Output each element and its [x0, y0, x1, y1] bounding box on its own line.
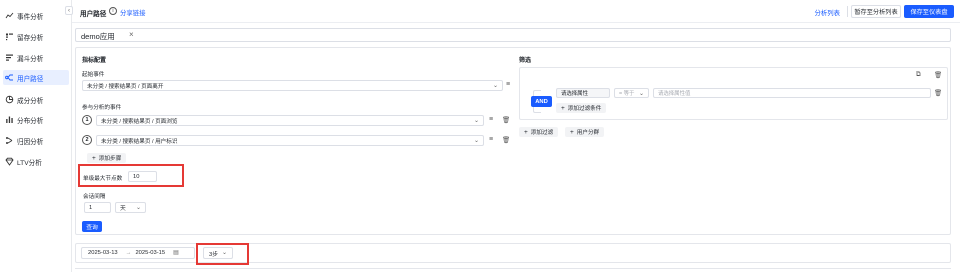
share-link[interactable]: 分享链接 — [120, 8, 146, 17]
save-to-dashboard-button[interactable]: 保存至仪表盘 — [904, 5, 954, 18]
sidebar-item-user-path[interactable]: 用户路径 — [3, 70, 69, 85]
app-name: demo应用 — [81, 32, 115, 41]
highlight-box — [196, 243, 249, 265]
page-title: 用户路径 — [80, 11, 107, 18]
event-index-badge: 2 — [82, 135, 92, 145]
trash-icon[interactable]: 🗑 — [934, 89, 942, 97]
indicator-section-title: 指标配置 — [82, 58, 107, 64]
sidebar-item-ltv-analysis[interactable]: LTV分析 — [3, 154, 69, 169]
chevron-down-icon: ⌄ — [492, 83, 498, 89]
filter-card: ⧉ 🗑 AND 请选择属性 = 等于 ⌄ 请选择属性值 🗑 + 添加过滤条件 — [519, 67, 948, 120]
add-condition-label: 添加过滤条件 — [567, 106, 602, 112]
trash-icon[interactable]: 🗑 — [502, 136, 510, 144]
filter-icon[interactable]: ≡ — [489, 116, 493, 123]
filter-icon[interactable]: ≡ — [506, 81, 510, 88]
event-index-badge: 1 — [82, 115, 92, 125]
help-icon[interactable]: i — [109, 7, 117, 15]
attribution-icon — [5, 136, 14, 145]
event-select-2[interactable]: 未分类 / 搜索结果页 / 用户标识 ⌄ — [96, 135, 484, 146]
chevron-down-icon: ⌄ — [473, 138, 479, 144]
calendar-icon: ▤ — [173, 250, 179, 256]
session-interval-value: 1 — [89, 204, 93, 211]
user-group-label: 用户分群 — [576, 130, 600, 136]
property-placeholder: 请选择属性 — [561, 91, 588, 97]
sidebar-item-retention-analysis[interactable]: 留存分析 — [3, 29, 69, 44]
close-icon[interactable]: × — [129, 30, 134, 39]
header-divider — [847, 6, 848, 17]
event-value: 未分类 / 搜索结果页 / 页面浏览 — [101, 118, 178, 125]
operator-select[interactable]: = 等于 ⌄ — [614, 88, 649, 98]
analysis-list-link[interactable]: 分析列表 — [814, 8, 840, 17]
bottom-divider — [75, 268, 951, 272]
and-toggle[interactable]: AND — [531, 96, 552, 107]
funnel-icon — [5, 53, 14, 62]
arrow-icon: → — [125, 250, 132, 256]
highlight-box — [78, 164, 184, 187]
add-filter-label: 添加过滤 — [530, 130, 554, 136]
add-step-label: 添加步骤 — [98, 156, 122, 162]
session-unit-select[interactable]: 天 ⌄ — [115, 202, 146, 213]
operator-value: = 等于 — [619, 91, 635, 97]
sidebar-item-attribution-analysis[interactable]: 归因分析 — [3, 133, 69, 148]
start-event-select[interactable]: 未分类 / 搜索结果页 / 页面离开 ⌄ — [82, 80, 503, 91]
property-value-placeholder: 请选择属性值 — [658, 91, 691, 97]
ltv-icon — [5, 157, 14, 166]
plus-icon: + — [524, 128, 528, 136]
user-group-button[interactable]: + 用户分群 — [565, 127, 605, 137]
end-date: 2025-03-15 — [135, 250, 166, 256]
start-event-label: 起始事件 — [82, 72, 105, 78]
plus-icon: + — [92, 154, 96, 162]
plus-icon: + — [570, 128, 574, 136]
add-step-button[interactable]: + 添加步骤 — [87, 153, 127, 163]
date-range-picker[interactable]: 2025-03-13 → 2025-03-15 ▤ — [81, 247, 195, 259]
start-date: 2025-03-13 — [88, 250, 118, 256]
retention-icon — [5, 32, 14, 41]
chevron-left-icon: ‹ — [68, 7, 70, 14]
sidebar: 事件分析 留存分析 漏斗分析 用户路径 成分分析 分布分析 归因分析 LTV分析 — [0, 0, 72, 272]
session-interval-input[interactable]: 1 — [84, 202, 111, 213]
start-event-value: 未分类 / 搜索结果页 / 页面离开 — [87, 83, 164, 90]
session-interval-label: 会话间隔 — [83, 194, 106, 200]
config-panel: 指标配置 起始事件 未分类 / 搜索结果页 / 页面离开 ⌄ ≡ 参与分析的事件… — [75, 47, 951, 235]
sidebar-item-label: LTV分析 — [17, 159, 42, 167]
add-condition-button[interactable]: + 添加过滤条件 — [556, 103, 607, 113]
sidebar-item-composition-analysis[interactable]: 成分分析 — [3, 92, 69, 107]
query-button[interactable]: 查询 — [82, 221, 102, 232]
filter-icon[interactable]: ≡ — [489, 136, 493, 143]
copy-icon[interactable]: ⧉ — [916, 71, 921, 79]
sidebar-item-label: 用户路径 — [17, 75, 44, 83]
event-select-1[interactable]: 未分类 / 搜索结果页 / 页面浏览 ⌄ — [96, 115, 484, 126]
trash-icon[interactable]: 🗑 — [934, 71, 942, 79]
sidebar-item-event-analysis[interactable]: 事件分析 — [3, 8, 69, 23]
chevron-down-icon: ⌄ — [473, 118, 479, 124]
sidebar-item-funnel-analysis[interactable]: 漏斗分析 — [3, 50, 69, 65]
participating-events-label: 参与分析的事件 — [82, 105, 122, 111]
property-value-input[interactable]: 请选择属性值 — [653, 88, 931, 98]
chevron-down-icon: ⌄ — [135, 205, 141, 211]
save-to-list-button[interactable]: 暂存至分析列表 — [851, 5, 901, 18]
session-unit-value: 天 — [120, 206, 126, 212]
chevron-down-icon: ⌄ — [638, 91, 644, 97]
page-header: 用户路径 i 分享链接 分析列表 暂存至分析列表 保存至仪表盘 — [72, 0, 960, 23]
plus-icon: + — [561, 104, 565, 112]
sidebar-item-label: 成分分析 — [17, 97, 44, 105]
sidebar-item-label: 分布分析 — [17, 117, 44, 125]
add-filter-button[interactable]: + 添加过滤 — [519, 127, 559, 137]
path-icon — [5, 73, 14, 82]
sidebar-item-label: 归因分析 — [17, 138, 44, 146]
composition-icon — [5, 95, 14, 104]
trend-icon — [5, 11, 14, 20]
distribution-icon — [5, 115, 14, 124]
sidebar-item-distribution-analysis[interactable]: 分布分析 — [3, 112, 69, 127]
property-select[interactable]: 请选择属性 — [556, 88, 610, 98]
filter-section-title: 筛选 — [519, 58, 532, 64]
trash-icon[interactable]: 🗑 — [502, 116, 510, 124]
event-value: 未分类 / 搜索结果页 / 用户标识 — [101, 138, 178, 145]
sidebar-item-label: 留存分析 — [17, 34, 44, 42]
app-selector[interactable]: demo应用 × — [75, 28, 951, 42]
sidebar-item-label: 事件分析 — [17, 13, 44, 21]
sidebar-item-label: 漏斗分析 — [17, 55, 44, 63]
